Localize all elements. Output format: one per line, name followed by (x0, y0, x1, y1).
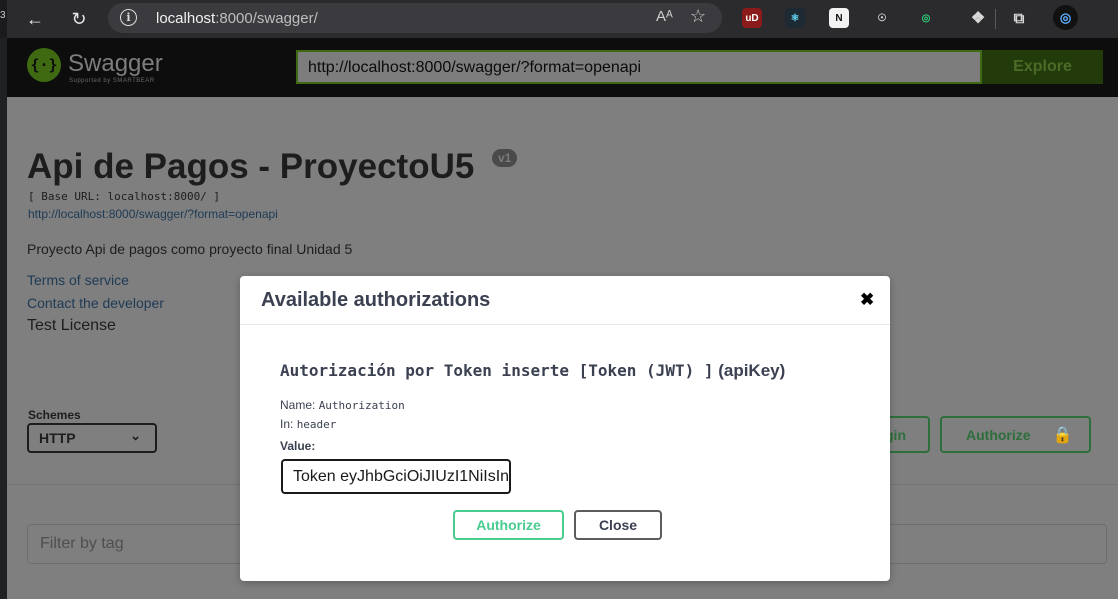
site-info-icon[interactable]: i (120, 9, 137, 26)
schemes-select[interactable]: HTTP ⌄ (27, 423, 157, 453)
auth-scheme-name: Autorización por Token inserte [Token (J… (280, 361, 714, 380)
lock-icon: 🔒 (1052, 426, 1073, 444)
value-label: Value: (280, 439, 316, 453)
version-badge: v1 (492, 149, 518, 167)
address-url[interactable]: localhost:8000/swagger/ (156, 10, 318, 27)
url-host: localhost (156, 10, 216, 27)
modal-title: Available authorizations (261, 289, 491, 311)
url-path: :8000/swagger/ (215, 10, 318, 27)
spec-url-input[interactable]: http://localhost:8000/swagger/?format=op… (296, 50, 982, 84)
authorizations-modal: Available authorizations ✖ Autorización … (240, 276, 890, 581)
address-bar[interactable]: i localhost:8000/swagger/ Aᴬ ☆ (108, 3, 722, 33)
modal-header: Available authorizations ✖ (240, 276, 890, 325)
edge-text: 3 (0, 10, 6, 21)
back-icon[interactable]: ← (22, 6, 48, 32)
auth-name-label: Name: (280, 398, 316, 412)
auth-in-label: In: (280, 417, 294, 431)
profile-avatar[interactable]: ◎ (1053, 5, 1078, 30)
auth-scheme-type: (apiKey) (713, 361, 786, 380)
modal-authorize-button[interactable]: Authorize (453, 510, 564, 540)
window-edge: 3 (0, 0, 7, 38)
schemes-label: Schemes (28, 408, 81, 422)
auth-in-row: In: header (280, 417, 336, 431)
browser-toolbar: 3 ← ↻ i localhost:8000/swagger/ Aᴬ ☆ uD ⚛… (0, 0, 1118, 38)
api-description: Proyecto Api de pagos como proyecto fina… (27, 241, 353, 257)
ublock-origin-icon[interactable]: uD (742, 8, 762, 28)
collections-icon[interactable]: ⧉ (1009, 8, 1029, 28)
swagger-logo-icon: {·} (27, 48, 61, 82)
auth-name-value: Authorization (318, 399, 405, 412)
swagger-topbar: {·} Swagger Supported by SMARTBEAR http:… (7, 38, 1118, 97)
terms-of-service-link[interactable]: Terms of service (27, 272, 129, 288)
auth-scheme-title: Autorización por Token inserte [Token (J… (280, 361, 785, 381)
extensions-puzzle-icon[interactable]: ❖ (968, 8, 988, 28)
contact-developer-link[interactable]: Contact the developer (27, 295, 164, 311)
auth-in-value: header (296, 418, 337, 431)
green-ring-icon[interactable]: ◎ (916, 8, 936, 28)
close-icon[interactable]: ✖ (860, 290, 874, 310)
auth-name-row: Name: Authorization (280, 398, 405, 412)
read-aloud-icon[interactable]: Aᴬ (656, 8, 673, 25)
modal-close-button[interactable]: Close (574, 510, 662, 540)
spec-link[interactable]: http://localhost:8000/swagger/?format=op… (28, 207, 278, 221)
schemes-value: HTTP (39, 430, 76, 446)
reload-icon[interactable]: ↻ (66, 6, 92, 32)
token-value-input[interactable]: Token eyJhbGciOiJIUzI1NiIsInR5cCI6IkpXVC… (281, 459, 511, 494)
explore-button[interactable]: Explore (982, 50, 1103, 84)
swagger-logo-text: Swagger (68, 50, 163, 77)
license-text: Test License (27, 317, 116, 334)
notion-icon[interactable]: N (829, 8, 849, 28)
authorize-button[interactable]: Authorize 🔒 (940, 416, 1091, 453)
authorize-label: Authorize (966, 426, 1031, 443)
lightbulb-icon[interactable]: ☉ (872, 8, 892, 28)
swagger-logo-subtitle: Supported by SMARTBEAR (69, 78, 155, 84)
api-title: Api de Pagos - ProyectoU5 (27, 147, 475, 186)
add-favorite-icon[interactable]: ☆ (690, 6, 706, 27)
react-devtools-icon[interactable]: ⚛ (785, 8, 805, 28)
toolbar-divider (995, 9, 996, 29)
chevron-down-icon: ⌄ (130, 428, 141, 443)
base-url: [ Base URL: localhost:8000/ ] (28, 190, 221, 203)
